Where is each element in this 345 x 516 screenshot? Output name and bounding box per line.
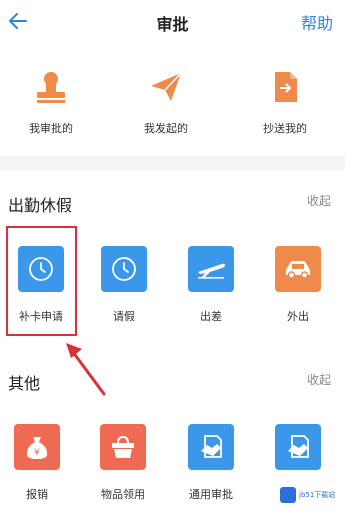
grid-item-approval-4[interactable] (258, 424, 338, 486)
quick-item-label: 我发起的 (144, 122, 188, 135)
grid-item-label: 请假 (113, 310, 135, 323)
page-title: 审批 (156, 15, 189, 34)
grid-item-label: 外出 (287, 310, 309, 323)
grid-item-going-out[interactable]: 外出 (258, 246, 338, 324)
section-title: 出勤休假 (8, 196, 73, 215)
help-button[interactable]: 帮助 (301, 10, 333, 34)
top-bar: 审批 帮助 (0, 0, 345, 44)
money-bag-icon: ¥ (14, 424, 60, 470)
paper-plane-icon (151, 72, 182, 101)
handshake-document-icon (275, 424, 321, 470)
grid-item-reimbursement[interactable]: ¥ 报销 (0, 424, 77, 502)
grid-item-leave[interactable]: 请假 (84, 246, 164, 324)
grid-item-general-approval[interactable]: 通用审批 (171, 424, 251, 502)
watermark-text: jb51下载站 (299, 491, 336, 499)
quick-item-approved-by-me[interactable]: 我审批的 (6, 70, 96, 136)
quick-item-cc-to-me[interactable]: 抄送我的 (240, 70, 330, 136)
watermark: jb51下载站 (276, 480, 340, 510)
collapse-button[interactable]: 收起 (307, 371, 331, 388)
annotation-arrow-icon (66, 343, 106, 396)
quick-item-initiated-by-me[interactable]: 我发起的 (121, 70, 211, 136)
car-icon (275, 246, 321, 292)
section-title: 其他 (8, 374, 41, 393)
collapse-button[interactable]: 收起 (307, 192, 331, 209)
grid-item-label: 物品领用 (101, 488, 145, 501)
grid-item-label: 通用审批 (189, 488, 233, 501)
quick-item-label: 抄送我的 (263, 122, 307, 135)
grid-item-label: 报销 (26, 488, 48, 501)
quick-entries: 我审批的 我发起的 抄送我的 (0, 44, 345, 156)
document-forward-icon (275, 72, 297, 102)
highlight-box (6, 226, 77, 336)
watermark-logo (280, 487, 296, 503)
grid-item-item-requisition[interactable]: 物品领用 (83, 424, 163, 502)
quick-item-label: 我审批的 (29, 122, 73, 135)
grid-item-business-trip[interactable]: 出差 (171, 246, 251, 324)
stamp-icon (37, 72, 65, 103)
svg-text:¥: ¥ (34, 448, 40, 458)
basket-icon (100, 424, 146, 470)
handshake-document-icon (188, 424, 234, 470)
airplane-icon (188, 246, 234, 292)
grid-item-label: 出差 (200, 310, 222, 323)
clock-icon (101, 246, 147, 292)
